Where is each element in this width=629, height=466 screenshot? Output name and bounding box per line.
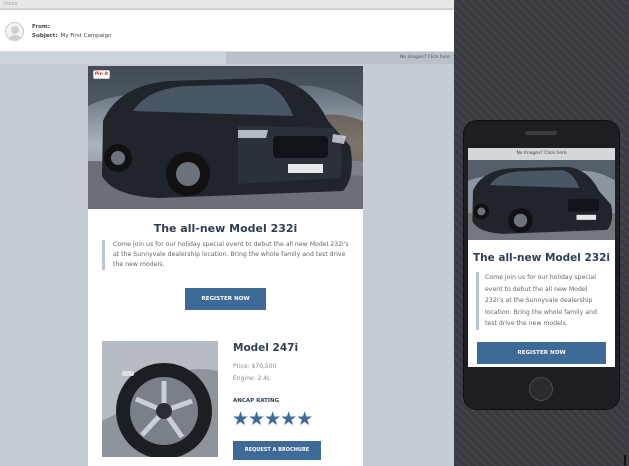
register-now-button[interactable]: REGISTER NOW — [185, 288, 266, 310]
toolbar-left-segment — [0, 52, 226, 64]
product-title: Model 247i — [233, 342, 299, 354]
mobile-car-photo-graphic — [468, 160, 615, 240]
hero-text: Come join us for our holiday special eve… — [102, 240, 350, 270]
mobile-images-link[interactable]: No Images? Click here — [468, 151, 615, 156]
phone-speaker — [525, 131, 557, 135]
product-engine: Engine: 2.4L — [233, 375, 271, 382]
phone-home-button — [529, 377, 553, 401]
email-header: From: Subject: My First Campaign — [0, 10, 454, 52]
mobile-hero-text: Come join us for our holiday special eve… — [476, 272, 606, 330]
phone-screen: No Images? Click here The all-new Model … — [468, 148, 615, 367]
mobile-hero-car-image — [468, 160, 615, 240]
wheel-photo-graphic — [102, 341, 218, 457]
hero-car-image: Pin it — [88, 66, 363, 209]
preview-toolbar: No images? Click here — [0, 52, 454, 64]
avatar-body-shape — [8, 35, 22, 40]
window-title: Inbox — [4, 1, 18, 7]
ancap-rating-label: ANCAP RATING — [233, 398, 280, 404]
product-price: Price: $70,500 — [233, 363, 277, 370]
from-label: From: — [32, 24, 50, 30]
subject-line: Subject: My First Campaign — [32, 33, 112, 39]
avatar-head-shape — [11, 26, 19, 34]
window-top-strip: Inbox — [0, 0, 454, 9]
request-brochure-button[interactable]: REQUEST A BROCHURE — [233, 441, 321, 460]
from-line: From: — [32, 24, 53, 30]
star-rating-icon: ★★★★★ — [232, 408, 313, 430]
mobile-register-now-button[interactable]: REGISTER NOW — [477, 342, 606, 364]
hero-title: The all-new Model 232i — [153, 222, 298, 235]
sender-avatar — [5, 22, 24, 41]
product-wheel-image — [102, 341, 218, 457]
email-body: Pin it The all-new Model 232i Come join … — [88, 66, 363, 466]
pin-it-button[interactable]: Pin it — [93, 70, 110, 79]
images-link[interactable]: No images? Click here — [400, 55, 450, 60]
mobile-hero-title: The all-new Model 232i — [472, 252, 611, 264]
scroll-edge-marker — [624, 455, 626, 465]
subject-label: Subject: — [32, 33, 58, 39]
mobile-images-bar: No Images? Click here — [468, 148, 615, 160]
car-photo-graphic — [88, 66, 363, 209]
subject-value: My First Campaign — [60, 33, 112, 39]
